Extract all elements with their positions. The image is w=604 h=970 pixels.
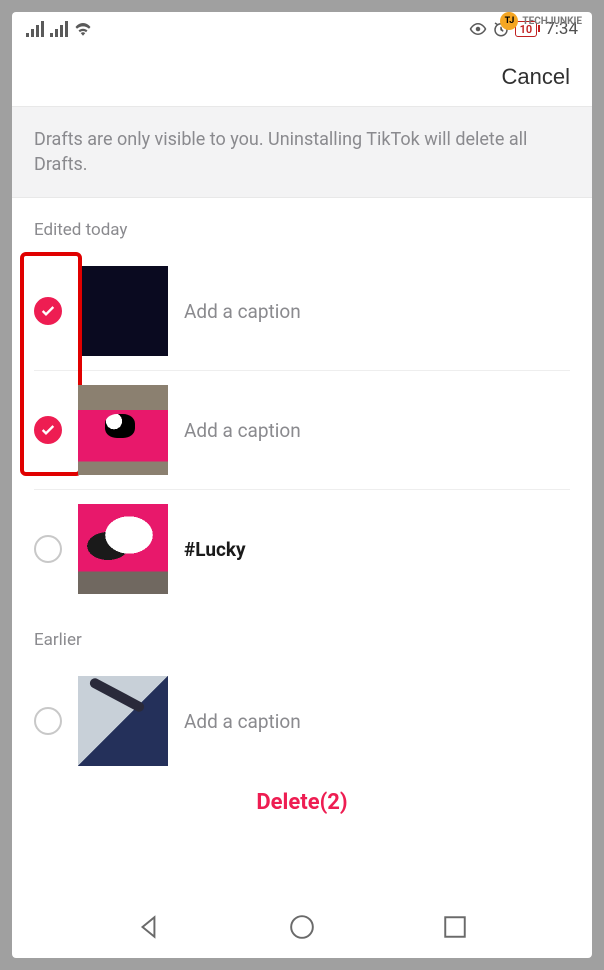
draft-list-earlier: Add a caption [12,662,592,780]
draft-thumbnail[interactable] [78,266,168,356]
delete-button[interactable]: Delete(2) [12,780,592,825]
draft-thumbnail[interactable] [78,676,168,766]
draft-row[interactable]: Add a caption [34,662,570,780]
watermark-badge: TJ [500,12,518,30]
draft-thumbnail[interactable] [78,504,168,594]
info-banner: Drafts are only visible to you. Uninstal… [12,106,592,198]
section-header-today: Edited today [12,198,592,252]
nav-home-icon[interactable] [289,914,315,940]
watermark: TJ TECHJUNKIE [500,12,582,30]
nav-bar [12,896,592,958]
watermark-text: TECHJUNKIE [522,16,582,27]
draft-caption: Add a caption [184,419,301,442]
draft-selector[interactable] [34,535,62,563]
draft-row[interactable]: Add a caption [34,371,570,490]
draft-row[interactable]: #Lucky [34,490,570,608]
signal-icon-2 [50,21,68,37]
draft-selector[interactable] [34,297,62,325]
wifi-icon [74,22,92,36]
eye-icon [469,20,487,38]
draft-caption: Add a caption [184,300,301,323]
header: Cancel [12,46,592,106]
status-left [26,21,92,37]
draft-row[interactable]: Add a caption [34,252,570,371]
draft-caption: Add a caption [184,710,301,733]
cancel-button[interactable]: Cancel [502,64,570,90]
draft-caption: #Lucky [184,538,246,561]
draft-list-today: Add a caption Add a caption #Lucky [12,252,592,608]
nav-recent-icon[interactable] [442,914,468,940]
check-icon [40,422,56,438]
draft-thumbnail[interactable] [78,385,168,475]
draft-selector[interactable] [34,707,62,735]
signal-icon-1 [26,21,44,37]
check-icon [40,303,56,319]
section-header-earlier: Earlier [12,608,592,662]
device-frame: TJ TECHJUNKIE 10 7:34 Cancel Drafts are … [12,12,592,958]
draft-selector[interactable] [34,416,62,444]
nav-back-icon[interactable] [136,914,162,940]
